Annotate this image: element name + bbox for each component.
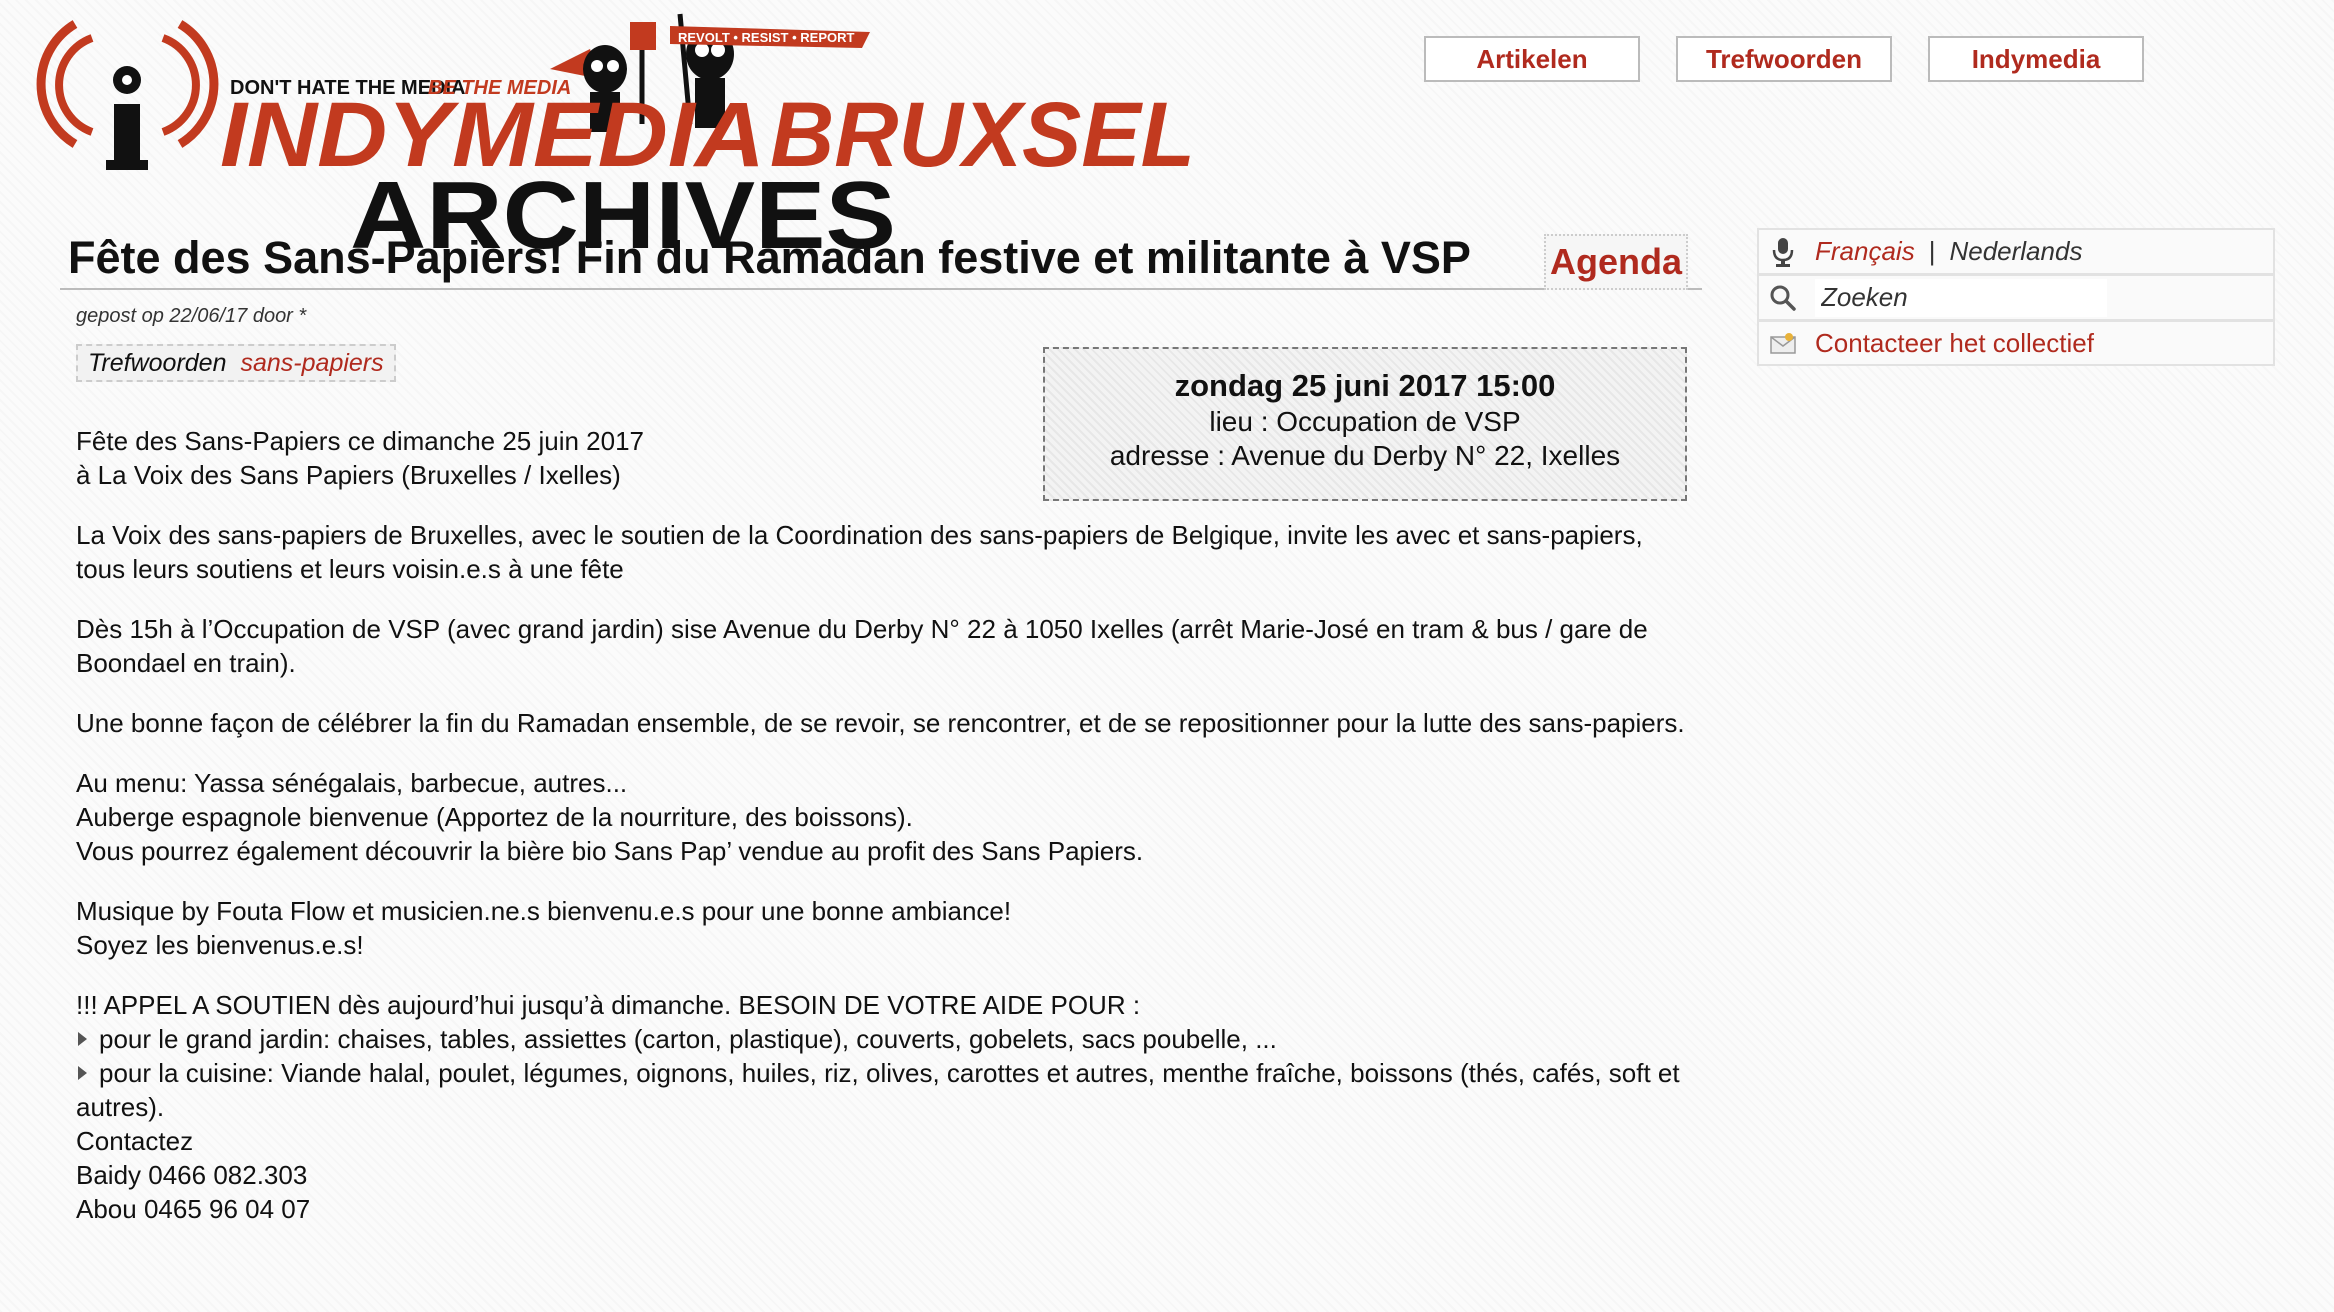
nav-trefwoorden-button[interactable]: Trefwoorden (1676, 36, 1892, 82)
paragraph: Musique by Fouta Flow et musicien.ne.s b… (76, 894, 1696, 962)
language-separator: | (1928, 236, 1936, 266)
paragraph: Dès 15h à l’Occupation de VSP (avec gran… (76, 612, 1696, 680)
nav-artikelen-button[interactable]: Artikelen (1424, 36, 1640, 82)
search-input[interactable] (1815, 278, 2107, 317)
body-line: à La Voix des Sans Papiers (Bruxelles / … (76, 460, 621, 490)
body-line: Contactez (76, 1126, 194, 1156)
search-icon[interactable] (1763, 278, 1803, 318)
body-line: Baidy 0466 082.303 (76, 1160, 308, 1190)
list-item-text: pour le grand jardin: chaises, tables, a… (99, 1024, 1277, 1054)
body-line: Vous pourrez également découvrir la bièr… (76, 836, 1144, 866)
body-text: Une bonne façon de célébrer la fin du Ra… (76, 708, 1685, 738)
list-item-text: pour la cuisine: Viande halal, poulet, l… (76, 1058, 1680, 1122)
tags-box: Trefwoorden sans-papiers (76, 344, 396, 382)
language-fr-link[interactable]: Français (1815, 236, 1915, 267)
paragraph: La Voix des sans-papiers de Bruxelles, a… (76, 518, 1696, 586)
body-text: La Voix des sans-papiers de Bruxelles, a… (76, 520, 1643, 584)
post-meta: gepost op 22/06/17 door * (76, 305, 307, 327)
body-line: Au menu: Yassa sénégalais, barbecue, aut… (76, 768, 628, 798)
revolt-banner: REVOLT • RESIST • REPORT (670, 26, 870, 48)
nav-indymedia-button[interactable]: Indymedia (1928, 36, 2144, 82)
body-line: !!! APPEL A SOUTIEN dès aujourd’hui jusq… (76, 990, 1141, 1020)
body-line: Abou 0465 96 04 07 (76, 1194, 311, 1224)
tag-link[interactable]: sans-papiers (241, 349, 384, 378)
body-text: Dès 15h à l’Occupation de VSP (avec gran… (76, 614, 1648, 678)
broadcast-icon (36, 20, 219, 170)
paragraph: Une bonne façon de célébrer la fin du Ra… (76, 706, 1696, 740)
event-date: zondag 25 juni 2017 15:00 (1174, 368, 1556, 403)
body-line: Musique by Fouta Flow et musicien.ne.s b… (76, 896, 1012, 926)
category-agenda-link[interactable]: Agenda (1544, 234, 1688, 290)
bullet-triangle-icon (78, 1032, 87, 1046)
svg-text:REVOLT • RESIST • REPORT: REVOLT • RESIST • REPORT (678, 30, 854, 45)
bullet-triangle-icon (78, 1066, 87, 1080)
paragraph: Fête des Sans-Papiers ce dimanche 25 jui… (76, 424, 1696, 492)
article-title: Fête des Sans-Papiers! Fin du Ramadan fe… (68, 232, 1471, 283)
search-row (1757, 274, 2275, 320)
language-nl-link[interactable]: Nederlands (1949, 236, 2082, 267)
body-line: Soyez les bienvenus.e.s! (76, 930, 364, 960)
sidebar: Français | Nederlands Contacteer het col… (1757, 228, 2275, 366)
article-body: Fête des Sans-Papiers ce dimanche 25 jui… (76, 424, 1696, 1252)
envelope-icon (1763, 323, 1803, 363)
list-item: pour le grand jardin: chaises, tables, a… (76, 1022, 1696, 1056)
paragraph: Au menu: Yassa sénégalais, barbecue, aut… (76, 766, 1696, 868)
contact-row: Contacteer het collectief (1757, 320, 2275, 366)
title-divider (60, 288, 1702, 290)
tags-label: Trefwoorden (88, 348, 227, 377)
contact-collective-link[interactable]: Contacteer het collectief (1815, 328, 2094, 359)
body-line: Auberge espagnole bienvenue (Apportez de… (76, 802, 913, 832)
body-line: Fête des Sans-Papiers ce dimanche 25 jui… (76, 426, 645, 456)
list-item: pour la cuisine: Viande halal, poulet, l… (76, 1056, 1696, 1124)
site-logo[interactable]: DON'T HATE THE MEDIA BE THE MEDIA REVOLT… (30, 13, 1210, 269)
paragraph: !!! APPEL A SOUTIEN dès aujourd’hui jusq… (76, 988, 1696, 1226)
microphone-icon (1763, 232, 1803, 272)
language-switcher: Français | Nederlands (1757, 228, 2275, 274)
